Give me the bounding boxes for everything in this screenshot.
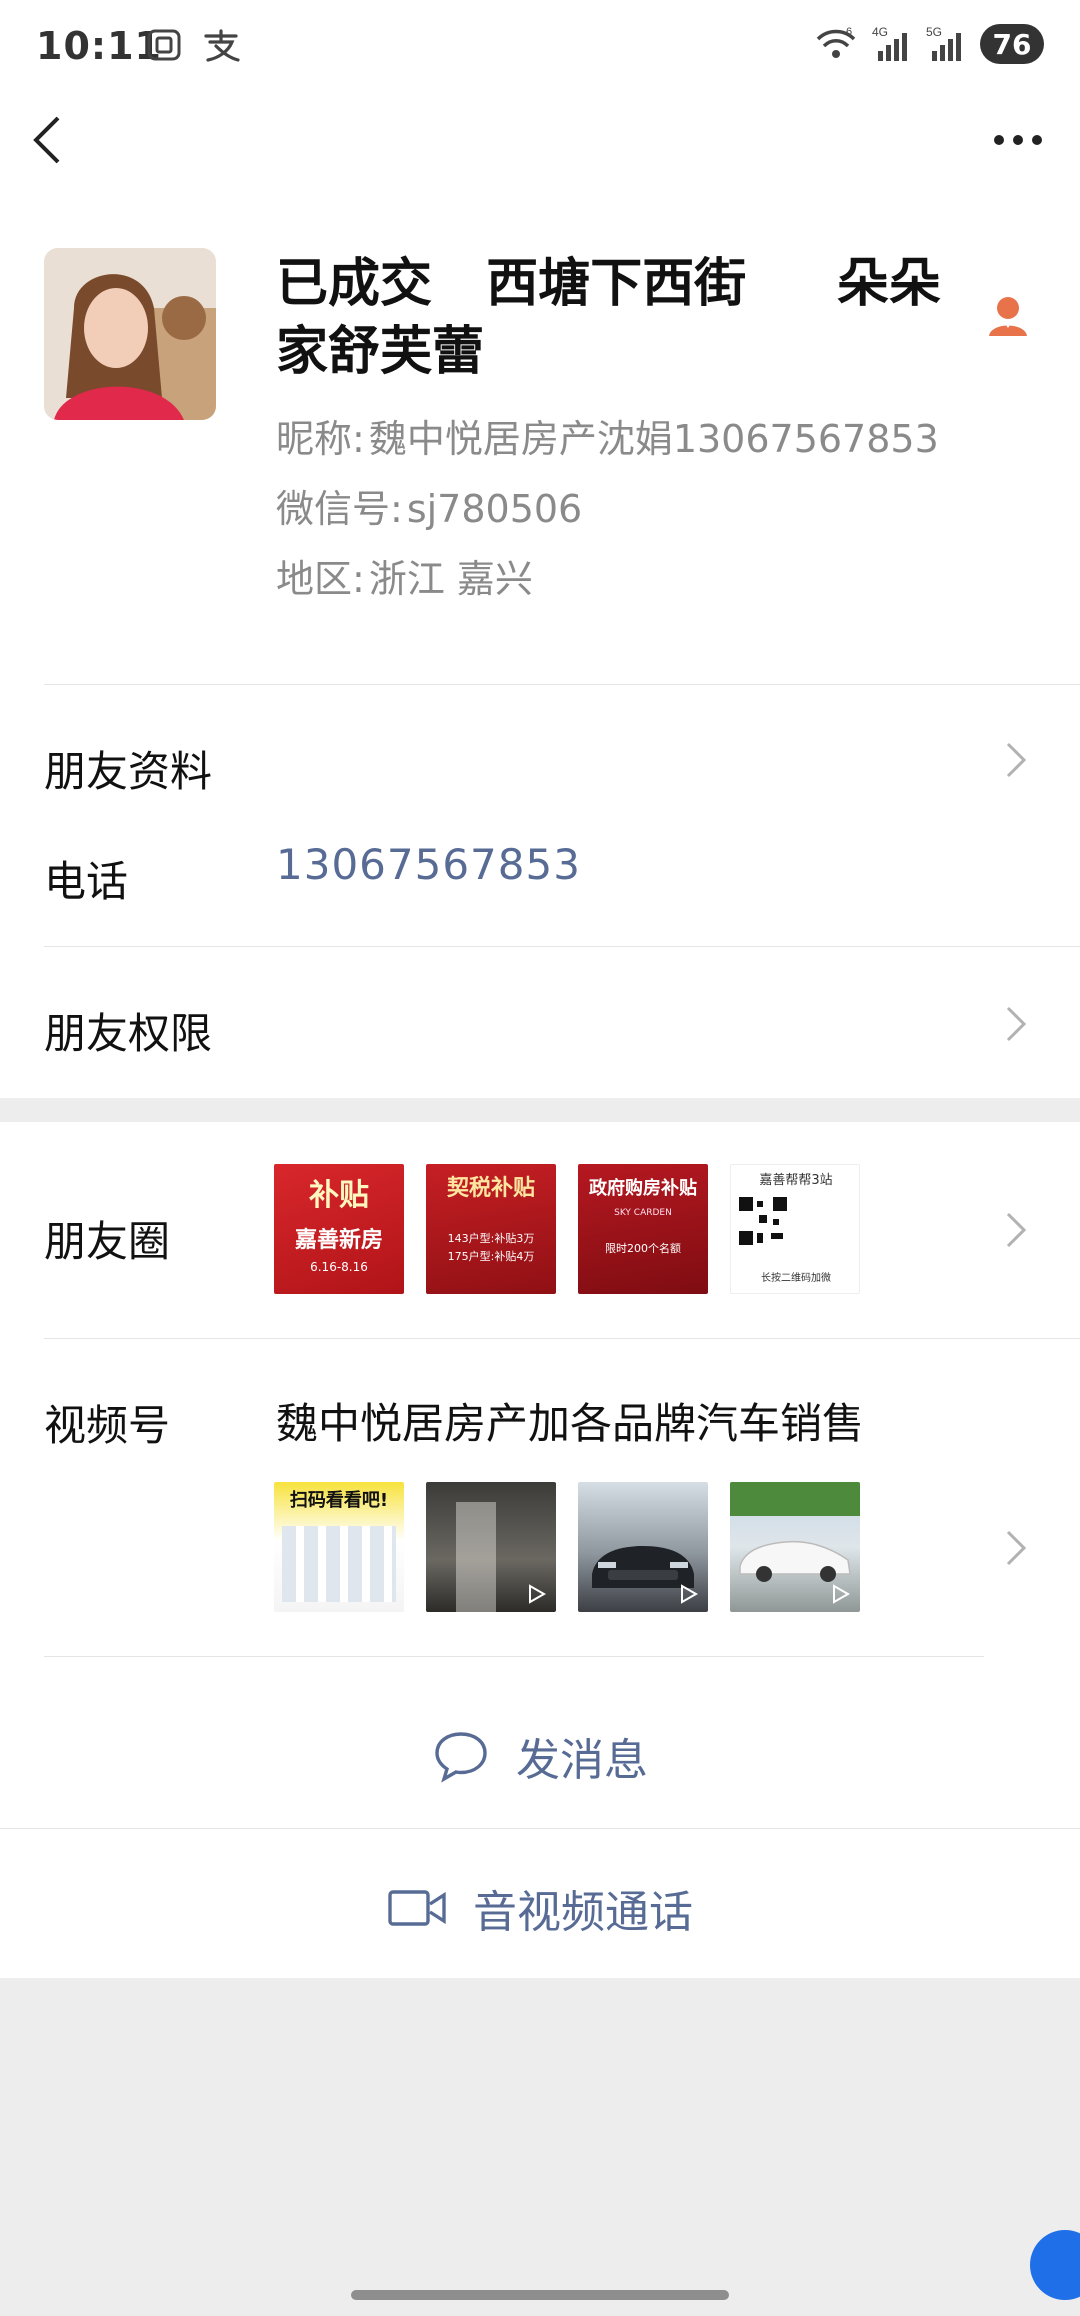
status-time: 10:11 bbox=[36, 24, 162, 68]
back-button[interactable] bbox=[30, 108, 90, 172]
display-name: 已成交 西塘下西街 朵朵家舒芙蕾 bbox=[276, 254, 941, 382]
profile-card bbox=[0, 0, 1080, 1098]
channel-thumbnails: 扫码看看吧! bbox=[274, 1482, 860, 1612]
moments-label: 朋友圈 bbox=[44, 1217, 171, 1266]
more-button[interactable] bbox=[986, 118, 1050, 162]
brand-grid-graphic bbox=[282, 1526, 396, 1602]
play-icon bbox=[833, 1584, 850, 1604]
moments-thumb[interactable]: 契税补贴 143户型:补贴3万 175户型:补贴4万 bbox=[426, 1164, 556, 1294]
channel-thumb[interactable] bbox=[578, 1482, 708, 1612]
trees-graphic bbox=[730, 1482, 860, 1516]
send-message-label: 发消息 bbox=[516, 1735, 648, 1786]
video-call-label: 音视频通话 bbox=[473, 1887, 693, 1938]
thumb-foot: 6.16-8.16 bbox=[310, 1260, 368, 1274]
moments-thumbnails: 补贴 嘉善新房 6.16-8.16 契税补贴 143户型:补贴3万 175户型:… bbox=[274, 1164, 860, 1294]
star-friend-icon[interactable] bbox=[986, 294, 1030, 338]
car-graphic bbox=[739, 1540, 851, 1582]
status-right-icons: 6 4G 5G 76 bbox=[814, 24, 1044, 64]
thumb-headline: 契税补贴 bbox=[446, 1176, 535, 1201]
thumb-label: 扫码看看吧! bbox=[289, 1490, 389, 1511]
play-icon bbox=[529, 1584, 546, 1604]
channel-thumb[interactable] bbox=[730, 1482, 860, 1612]
thumb-foot: 限时200个名额 bbox=[605, 1242, 681, 1255]
wifi-icon: 6 bbox=[816, 26, 856, 58]
thumb-sub: 143户型:补贴3万 bbox=[447, 1232, 535, 1245]
divider bbox=[44, 684, 1080, 685]
thumb-headline: 嘉善帮帮3站 bbox=[759, 1173, 833, 1188]
wechat-id-line: 微信号: sj780506 bbox=[276, 478, 582, 533]
battery-indicator: 76 bbox=[980, 24, 1044, 64]
signal-4g-label: 4G bbox=[872, 25, 888, 39]
video-camera-icon bbox=[388, 1890, 446, 1926]
friend-permissions-row[interactable]: 朋友权限 bbox=[0, 962, 1080, 1082]
play-icon bbox=[681, 1584, 698, 1604]
wechat-id-label: 微信号: bbox=[276, 487, 403, 531]
thumb-sub: SKY CARDEN bbox=[614, 1208, 672, 1218]
alipay-icon bbox=[204, 29, 240, 62]
friend-info-label: 朋友资料 bbox=[44, 747, 213, 796]
region-label: 地区: bbox=[276, 557, 365, 601]
signal-5g-icon: 5G bbox=[926, 25, 961, 61]
chevron-right-icon bbox=[1006, 742, 1027, 778]
channel-name: 魏中悦居房产加各品牌汽车销售 bbox=[276, 1399, 865, 1448]
floating-chat-bubble[interactable] bbox=[1030, 2230, 1080, 2300]
nickname-line: 昵称: 魏中悦居房产沈娟13067567853 bbox=[276, 408, 939, 463]
divider bbox=[0, 1828, 1080, 1829]
more-dots-icon bbox=[994, 135, 1042, 145]
thumb-headline: 补贴 bbox=[309, 1178, 369, 1213]
thumb-sub: 长按二维码加微 bbox=[761, 1273, 831, 1284]
chevron-right-icon bbox=[1006, 1530, 1027, 1566]
thumb-foot: 175户型:补贴4万 bbox=[447, 1250, 535, 1263]
status-left-icons bbox=[146, 28, 242, 62]
qr-code-icon bbox=[737, 1195, 789, 1247]
divider bbox=[44, 1338, 1080, 1339]
avatar[interactable] bbox=[44, 248, 216, 420]
divider bbox=[44, 946, 1080, 947]
chevron-right-icon bbox=[1006, 1212, 1027, 1248]
phone-label: 电话 bbox=[44, 857, 129, 906]
section-gap bbox=[0, 1098, 1080, 1122]
chat-bubble-icon bbox=[435, 1732, 487, 1783]
moments-thumb[interactable]: 嘉善帮帮3站 长按二维码加微 bbox=[730, 1164, 860, 1294]
channel-thumb[interactable]: 扫码看看吧! bbox=[274, 1482, 404, 1612]
friend-permissions-label: 朋友权限 bbox=[44, 1009, 213, 1058]
chevron-right-icon bbox=[1006, 1006, 1027, 1042]
friend-info-row[interactable]: 朋友资料 bbox=[0, 700, 1080, 820]
chevron-left-icon bbox=[33, 116, 60, 164]
wifi-label: 6 bbox=[846, 26, 852, 38]
thumb-headline: 政府购房补贴 bbox=[589, 1178, 697, 1199]
channel-thumb[interactable] bbox=[426, 1482, 556, 1612]
nickname-value: 魏中悦居房产沈娟13067567853 bbox=[368, 417, 939, 461]
phone-number-link[interactable]: 13067567853 bbox=[276, 840, 581, 889]
doorway-graphic bbox=[456, 1502, 496, 1612]
signal-4g-icon: 4G bbox=[872, 25, 907, 61]
star-friend-glyph bbox=[989, 297, 1027, 336]
screenshot-icon bbox=[147, 29, 181, 61]
avatar-image bbox=[44, 248, 216, 420]
region-line: 地区: 浙江 嘉兴 bbox=[276, 548, 533, 603]
send-message-button[interactable]: 发消息 bbox=[0, 1686, 1080, 1826]
region-value: 浙江 嘉兴 bbox=[368, 557, 533, 601]
video-call-button[interactable]: 音视频通话 bbox=[0, 1840, 1080, 1976]
thumb-sub: 嘉善新房 bbox=[294, 1228, 383, 1253]
nickname-label: 昵称: bbox=[276, 417, 365, 461]
wechat-id-value[interactable]: sj780506 bbox=[407, 487, 582, 531]
signal-5g-label: 5G bbox=[926, 25, 942, 39]
channels-label: 视频号 bbox=[44, 1401, 171, 1450]
home-indicator[interactable] bbox=[351, 2290, 729, 2300]
divider bbox=[44, 1656, 984, 1657]
moments-thumb[interactable]: 补贴 嘉善新房 6.16-8.16 bbox=[274, 1164, 404, 1294]
moments-thumb[interactable]: 政府购房补贴 SKY CARDEN 限时200个名额 bbox=[578, 1164, 708, 1294]
